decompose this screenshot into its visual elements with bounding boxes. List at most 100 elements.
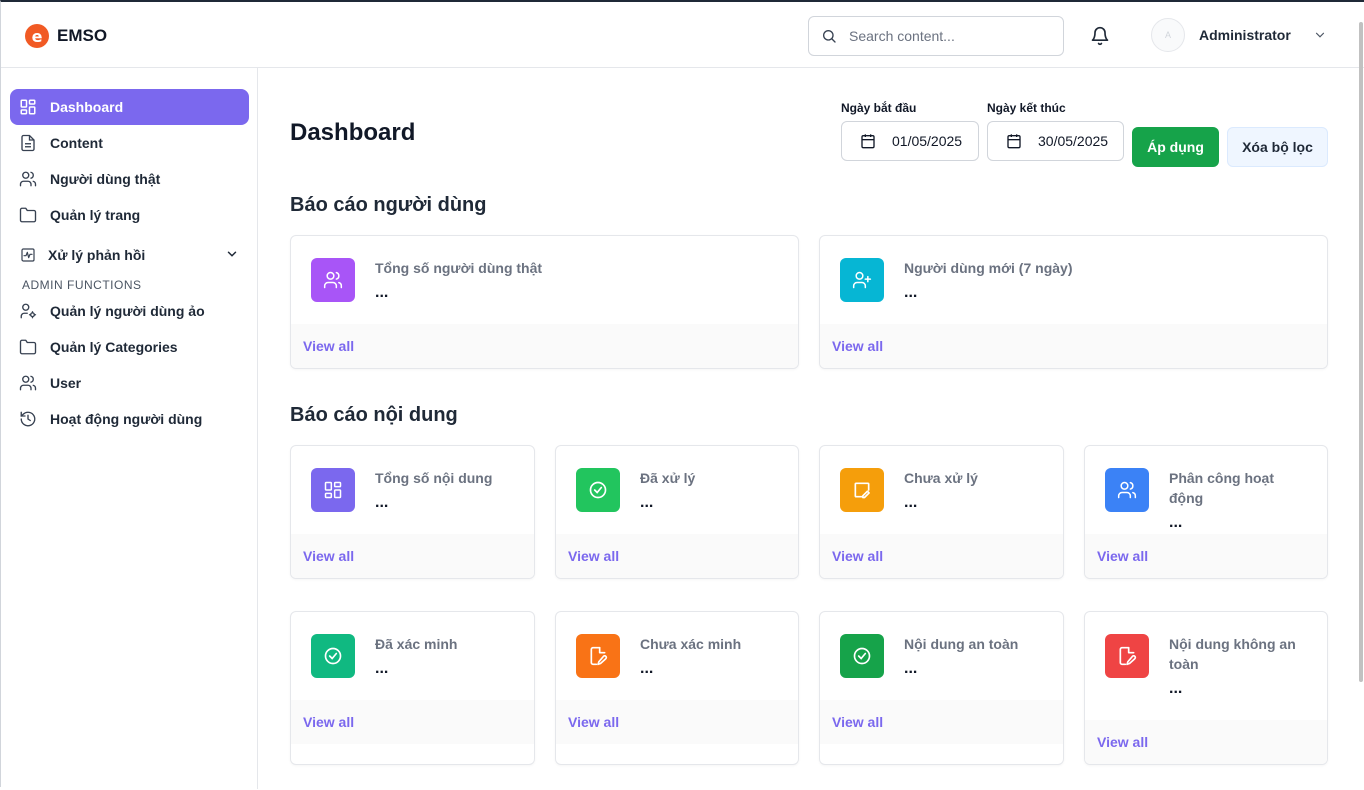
- avatar[interactable]: A: [1151, 18, 1185, 52]
- content-report-title: Báo cáo nội dung: [290, 404, 458, 426]
- end-date-filter: Ngày kết thúc 30/05/2025: [987, 101, 1124, 161]
- search-input[interactable]: [849, 28, 1049, 44]
- sidebar-item-label: Hoạt động người dùng: [50, 411, 203, 427]
- stat-value: ...: [375, 494, 389, 511]
- users-icon: [311, 258, 355, 302]
- start-date-label: Ngày bắt đầu: [841, 101, 917, 115]
- document-icon: [19, 134, 37, 152]
- sidebar-item-feedback[interactable]: Xử lý phản hồi: [10, 237, 249, 273]
- top-header: e EMSO A Administrator: [1, 2, 1364, 68]
- stat-label: Chưa xử lý: [904, 470, 978, 486]
- file-edit-icon: [1105, 634, 1149, 678]
- sidebar-item-label: Quản lý trang: [50, 207, 141, 223]
- stat-value: ...: [1169, 680, 1183, 697]
- end-date-input[interactable]: 30/05/2025: [987, 121, 1124, 161]
- stat-card-unverified: Chưa xác minh ... View all: [555, 611, 799, 765]
- stat-card-real-users: Tổng số người dùng thật ... View all: [290, 235, 799, 369]
- user-plus-icon: [840, 258, 884, 302]
- clear-filter-button[interactable]: Xóa bộ lọc: [1227, 127, 1328, 167]
- main-content: Dashboard Ngày bắt đầu 01/05/2025 Ngày k…: [258, 68, 1364, 789]
- bell-icon[interactable]: [1090, 26, 1110, 46]
- stat-value: ...: [904, 660, 918, 677]
- grid-icon: [311, 468, 355, 512]
- sidebar-item-page-management[interactable]: Quản lý trang: [10, 197, 249, 233]
- users-icon: [1105, 468, 1149, 512]
- view-all-link[interactable]: View all: [832, 548, 883, 564]
- view-all-link[interactable]: View all: [568, 548, 619, 564]
- stat-label: Người dùng mới (7 ngày): [904, 260, 1073, 276]
- sidebar-item-user[interactable]: User: [10, 365, 249, 401]
- stat-card-verified: Đã xác minh ... View all: [290, 611, 535, 765]
- user-settings-icon: [19, 302, 37, 320]
- stat-card-unsafe-content: Nội dung không an toàn ... View all: [1084, 611, 1328, 765]
- check-circle-icon: [576, 468, 620, 512]
- view-all-link[interactable]: View all: [303, 338, 354, 354]
- search-box[interactable]: [808, 16, 1064, 56]
- sidebar-item-real-users[interactable]: Người dùng thật: [10, 161, 249, 197]
- sidebar: Dashboard Content Người dùng thật Quản l…: [1, 68, 258, 789]
- view-all-link[interactable]: View all: [1097, 548, 1148, 564]
- page-scrollbar[interactable]: [1358, 20, 1364, 790]
- sidebar-item-label: User: [50, 375, 82, 391]
- stat-label: Nội dung không an toàn: [1169, 636, 1296, 672]
- stat-label: Chưa xác minh: [640, 636, 742, 652]
- sidebar-item-categories[interactable]: Quản lý Categories: [10, 329, 249, 365]
- stat-value: ...: [640, 660, 654, 677]
- edit-icon: [840, 468, 884, 512]
- sidebar-item-label: Content: [50, 135, 103, 151]
- stat-card-processed: Đã xử lý ... View all: [555, 445, 799, 579]
- users-icon: [19, 374, 37, 392]
- stat-value: ...: [904, 284, 918, 301]
- stat-card-activity-assignment: Phân công hoạt động ... View all: [1084, 445, 1328, 579]
- stat-card-new-users: Người dùng mới (7 ngày) ... View all: [819, 235, 1328, 369]
- sidebar-item-label: Người dùng thật: [50, 171, 161, 187]
- start-date-value: 01/05/2025: [892, 133, 963, 149]
- sidebar-item-label: Dashboard: [50, 99, 124, 115]
- view-all-link[interactable]: View all: [1097, 734, 1148, 750]
- start-date-input[interactable]: 01/05/2025: [841, 121, 979, 161]
- history-icon: [19, 410, 37, 428]
- stat-card-unprocessed: Chưa xử lý ... View all: [819, 445, 1064, 579]
- logo[interactable]: e EMSO: [25, 24, 107, 48]
- stat-card-total-content: Tổng số nội dung ... View all: [290, 445, 535, 579]
- view-all-link[interactable]: View all: [303, 714, 354, 730]
- view-all-link[interactable]: View all: [832, 714, 883, 730]
- activity-icon: [19, 246, 37, 264]
- logo-text: EMSO: [57, 26, 108, 45]
- chevron-down-icon[interactable]: [225, 247, 239, 261]
- apply-filter-button[interactable]: Áp dụng: [1132, 127, 1219, 167]
- sidebar-item-user-activity[interactable]: Hoạt động người dùng: [10, 401, 249, 437]
- emso-logo-icon: e: [25, 24, 49, 48]
- stat-label: Nội dung an toàn: [904, 636, 1019, 652]
- sidebar-item-content[interactable]: Content: [10, 125, 249, 161]
- stat-label: Tổng số người dùng thật: [375, 260, 543, 276]
- sidebar-item-label: Xử lý phản hồi: [48, 247, 146, 263]
- stat-value: ...: [640, 494, 654, 511]
- stat-label: Tổng số nội dung: [375, 470, 493, 486]
- folder-icon: [19, 338, 37, 356]
- scrollbar-thumb[interactable]: [1359, 22, 1363, 682]
- user-name: Administrator: [1199, 27, 1291, 43]
- stat-value: ...: [1169, 514, 1183, 531]
- sidebar-item-label: Quản lý Categories: [50, 339, 178, 355]
- file-edit-icon: [576, 634, 620, 678]
- view-all-link[interactable]: View all: [568, 714, 619, 730]
- sidebar-item-virtual-users[interactable]: Quản lý người dùng ảo: [10, 293, 249, 329]
- sidebar-item-dashboard[interactable]: Dashboard: [10, 89, 249, 125]
- stat-value: ...: [375, 284, 389, 301]
- end-date-label: Ngày kết thúc: [987, 101, 1066, 115]
- view-all-link[interactable]: View all: [832, 338, 883, 354]
- folder-icon: [19, 206, 37, 224]
- stat-card-safe-content: Nội dung an toàn ... View all: [819, 611, 1064, 765]
- admin-section-label: ADMIN FUNCTIONS: [22, 278, 142, 292]
- calendar-icon: [1007, 134, 1021, 149]
- view-all-link[interactable]: View all: [303, 548, 354, 564]
- dashboard-grid-icon: [19, 98, 37, 116]
- user-report-title: Báo cáo người dùng: [290, 194, 487, 216]
- end-date-value: 30/05/2025: [1038, 133, 1109, 149]
- sidebar-item-label: Quản lý người dùng ảo: [50, 303, 205, 319]
- chevron-down-icon[interactable]: [1313, 28, 1327, 42]
- check-circle-icon: [311, 634, 355, 678]
- user-menu[interactable]: A Administrator: [1151, 18, 1327, 52]
- stat-value: ...: [375, 660, 389, 677]
